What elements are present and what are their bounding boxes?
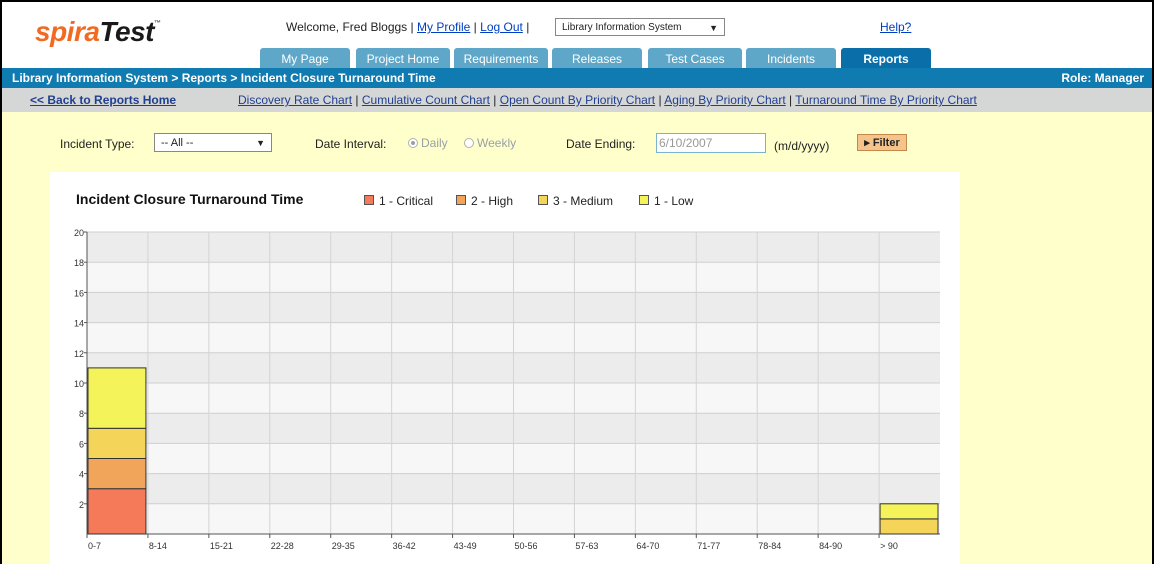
date-ending-input[interactable]: 6/10/2007: [656, 133, 766, 153]
help-link[interactable]: Help?: [880, 20, 911, 34]
back-to-reports-link[interactable]: << Back to Reports Home: [30, 88, 176, 112]
my-profile-link[interactable]: My Profile: [417, 20, 470, 34]
weekly-label: Weekly: [477, 136, 517, 150]
discovery-rate-chart-link[interactable]: Discovery Rate Chart: [238, 93, 352, 107]
separator: |: [473, 20, 477, 34]
logo-spira: spira: [35, 16, 100, 47]
x-tick-label: 64-70: [636, 541, 659, 551]
open-count-by-priority-link[interactable]: Open Count By Priority Chart: [500, 93, 655, 107]
breadcrumb-bar: Library Information System > Reports > I…: [2, 68, 1152, 88]
tab-incidents[interactable]: Incidents: [746, 48, 836, 70]
x-tick-label: 36-42: [393, 541, 416, 551]
radio-icon: [408, 138, 418, 148]
welcome-text: Welcome, Fred Bloggs: [286, 20, 408, 34]
tab-project-home[interactable]: Project Home: [356, 48, 450, 70]
report-content: Incident Type: -- All -- ▼ Date Interval…: [2, 112, 1152, 564]
chevron-down-icon: ▼: [709, 23, 718, 33]
date-format-hint: (m/d/yyyy): [774, 139, 830, 153]
y-tick-label: 10: [74, 379, 84, 389]
x-tick-label: 15-21: [210, 541, 233, 551]
chart-panel: Incident Closure Turnaround Time 1 - Cri…: [50, 172, 960, 564]
filter-button[interactable]: ▸ Filter: [857, 134, 907, 151]
incident-type-value: -- All --: [161, 137, 194, 149]
x-tick-label: 84-90: [819, 541, 842, 551]
incident-type-select[interactable]: -- All -- ▼: [154, 133, 272, 152]
x-tick-label: 71-77: [697, 541, 720, 551]
radio-icon: [464, 138, 474, 148]
header: spiraTest™ Welcome, Fred Bloggs | My Pro…: [2, 2, 1152, 70]
incident-type-label: Incident Type:: [60, 137, 135, 151]
bar-segment: [87, 427, 147, 459]
y-tick-label: 2: [79, 500, 84, 510]
date-interval-label: Date Interval:: [315, 137, 387, 151]
x-tick-label: 78-84: [758, 541, 781, 551]
chevron-down-icon: ▼: [256, 138, 265, 148]
welcome-bar: Welcome, Fred Bloggs | My Profile | Log …: [286, 20, 529, 34]
turnaround-chart: 2 4 6 8 10 12 14 16 18 20 0-7 8-14 15-21 22-28 29-35 36…: [74, 228, 940, 551]
y-tick-label: 18: [74, 258, 84, 268]
turnaround-by-priority-link[interactable]: Turnaround Time By Priority Chart: [795, 93, 977, 107]
separator: |: [355, 93, 359, 107]
x-tick-label: > 90: [880, 541, 898, 551]
aging-by-priority-link[interactable]: Aging By Priority Chart: [664, 93, 785, 107]
bar-segment: [87, 458, 147, 490]
daily-radio[interactable]: Daily: [408, 136, 448, 150]
separator: |: [493, 93, 497, 107]
y-tick-label: 12: [74, 349, 84, 359]
x-tick-label: 57-63: [575, 541, 598, 551]
bar-segment: [879, 518, 939, 535]
bar-segment: [879, 503, 939, 520]
separator: |: [658, 93, 662, 107]
x-tick-label: 29-35: [332, 541, 355, 551]
x-tick-label: 22-28: [271, 541, 294, 551]
y-tick-label: 6: [79, 439, 84, 449]
y-tick-label: 8: [79, 409, 84, 419]
tab-reports[interactable]: Reports: [841, 48, 931, 70]
x-tick-label: 0-7: [88, 541, 101, 551]
log-out-link[interactable]: Log Out: [480, 20, 523, 34]
role-label: Role: Manager: [1061, 71, 1144, 85]
tab-releases[interactable]: Releases: [552, 48, 642, 70]
project-select[interactable]: Library Information System ▼: [555, 18, 725, 36]
filter-row: Incident Type: -- All -- ▼ Date Interval…: [2, 112, 1152, 172]
logo-trademark: ™: [153, 20, 161, 27]
x-tick-label: 50-56: [515, 541, 538, 551]
y-tick-label: 4: [79, 470, 84, 480]
project-select-value: Library Information System: [562, 22, 682, 33]
cumulative-count-chart-link[interactable]: Cumulative Count Chart: [362, 93, 490, 107]
y-tick-label: 20: [74, 228, 84, 238]
breadcrumb: Library Information System > Reports > I…: [12, 71, 436, 85]
tab-requirements[interactable]: Requirements: [454, 48, 548, 70]
report-links-bar: << Back to Reports Home Discovery Rate C…: [2, 88, 1152, 112]
separator: |: [410, 20, 414, 34]
separator: |: [526, 20, 530, 34]
report-links: Discovery Rate Chart | Cumulative Count …: [238, 88, 977, 112]
tab-test-cases[interactable]: Test Cases: [648, 48, 742, 70]
separator: |: [789, 93, 793, 107]
bar-segment: [87, 488, 147, 535]
x-tick-label: 43-49: [454, 541, 477, 551]
logo-test: Test: [99, 16, 154, 47]
date-ending-label: Date Ending:: [566, 137, 636, 151]
tab-my-page[interactable]: My Page: [260, 48, 350, 70]
spiratest-logo[interactable]: spiraTest™: [35, 16, 161, 48]
daily-label: Daily: [421, 136, 448, 150]
x-tick-label: 8-14: [149, 541, 167, 551]
y-tick-label: 16: [74, 288, 84, 298]
weekly-radio[interactable]: Weekly: [464, 136, 516, 150]
bar-segment: [87, 367, 147, 429]
y-tick-label: 14: [74, 319, 84, 329]
